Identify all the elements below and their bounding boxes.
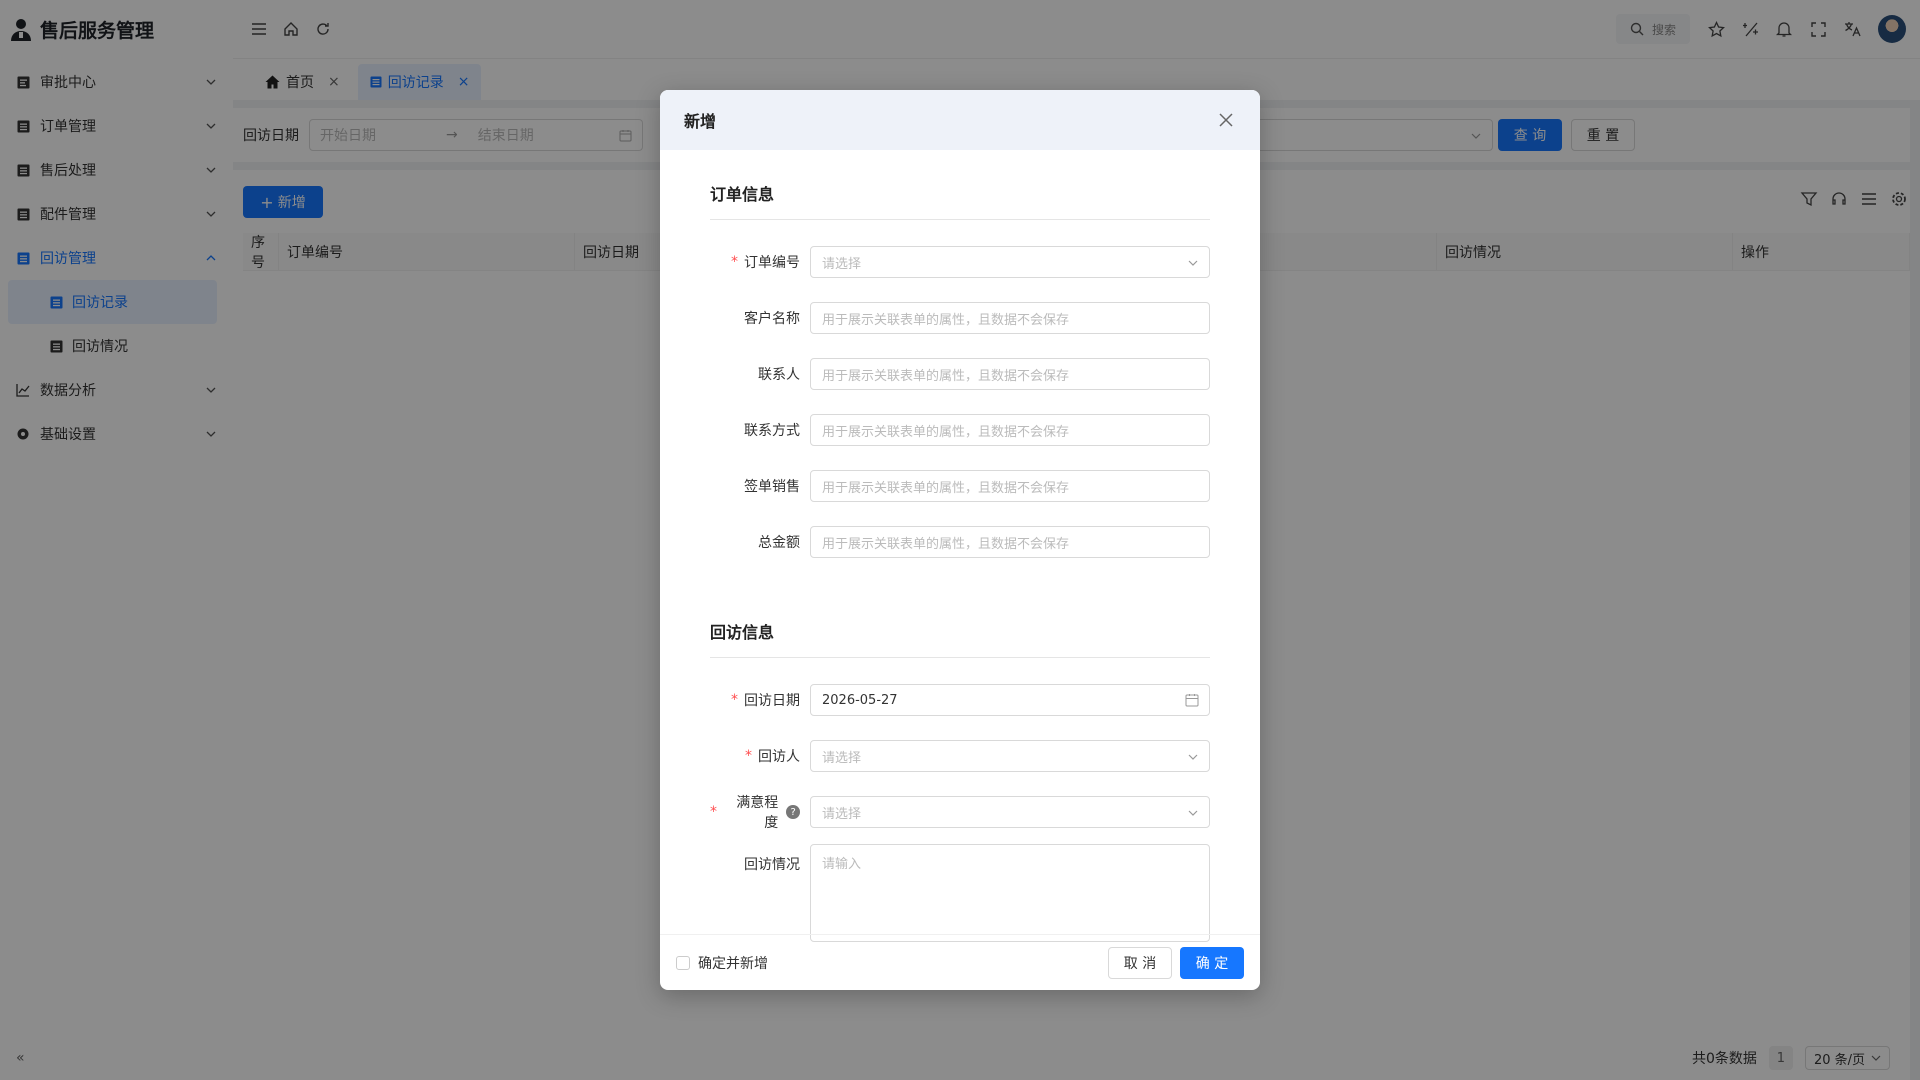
calendar-icon [1185, 694, 1199, 707]
visit-date-picker[interactable]: 2026-05-27 [810, 684, 1210, 716]
customer-name-field[interactable]: 用于展示关联表单的属性，且数据不会保存 [810, 302, 1210, 334]
visit-notes-textarea[interactable]: 请输入 [810, 844, 1210, 942]
checkbox-label: 确定并新增 [698, 955, 768, 972]
form-label: * 订单编号 [731, 254, 800, 271]
chevron-down-icon [1188, 810, 1198, 816]
modal-header: 新增 [660, 90, 1260, 150]
form-label: * 回访日期 [731, 692, 800, 709]
form-label: 回访情况 [744, 857, 800, 873]
select-placeholder: 请选择 [822, 806, 862, 822]
input-placeholder: 用于展示关联表单的属性，且数据不会保存 [822, 424, 1070, 440]
close-icon[interactable] [1216, 110, 1236, 130]
input-placeholder: 用于展示关联表单的属性，且数据不会保存 [822, 312, 1070, 328]
modal-footer: 确定并新增 取 消 确 定 [660, 934, 1260, 990]
section-title-order: 订单信息 [710, 150, 1210, 220]
input-placeholder: 用于展示关联表单的属性，且数据不会保存 [822, 480, 1070, 496]
form-label: * 回访人 [745, 748, 800, 765]
contact-method-field[interactable]: 用于展示关联表单的属性，且数据不会保存 [810, 414, 1210, 446]
form-row-satisfaction: * 满意程度? 请选择 [710, 784, 1210, 840]
required-mark: * [731, 254, 738, 270]
input-placeholder: 用于展示关联表单的属性，且数据不会保存 [822, 536, 1070, 552]
satisfaction-select[interactable]: 请选择 [810, 796, 1210, 828]
chevron-down-icon [1188, 754, 1198, 760]
form-label: 联系人 [758, 367, 800, 383]
contact-field[interactable]: 用于展示关联表单的属性，且数据不会保存 [810, 358, 1210, 390]
confirm-button[interactable]: 确 定 [1180, 946, 1244, 979]
select-placeholder: 请选择 [822, 750, 862, 766]
form-row-sales: 签单销售 用于展示关联表单的属性，且数据不会保存 [710, 458, 1210, 514]
checkbox-box[interactable] [676, 955, 690, 970]
modal-title: 新增 [684, 112, 717, 131]
form-row-order-no: * 订单编号 请选择 [710, 234, 1210, 290]
order-no-select[interactable]: 请选择 [810, 246, 1210, 278]
section-title-visit: 回访信息 [710, 588, 1210, 658]
confirm-and-add-checkbox[interactable]: 确定并新增 [676, 953, 768, 973]
date-value: 2026-05-27 [822, 692, 898, 708]
input-placeholder: 用于展示关联表单的属性，且数据不会保存 [822, 368, 1070, 384]
required-mark: * [745, 748, 752, 764]
form-row-visit-date: * 回访日期 2026-05-27 [710, 672, 1210, 728]
form-row-contact: 联系人 用于展示关联表单的属性，且数据不会保存 [710, 346, 1210, 402]
required-mark: * [710, 804, 717, 820]
footer-buttons: 取 消 确 定 [1108, 946, 1244, 979]
cancel-button[interactable]: 取 消 [1108, 946, 1172, 979]
form-label: 客户名称 [744, 311, 800, 327]
form-row-amount: 总金额 用于展示关联表单的属性，且数据不会保存 [710, 514, 1210, 570]
form-row-visitor: * 回访人 请选择 [710, 728, 1210, 784]
form-label: 签单销售 [744, 479, 800, 495]
form-label: 联系方式 [744, 423, 800, 439]
form-row-phone: 联系方式 用于展示关联表单的属性，且数据不会保存 [710, 402, 1210, 458]
sales-field[interactable]: 用于展示关联表单的属性，且数据不会保存 [810, 470, 1210, 502]
form-row-customer: 客户名称 用于展示关联表单的属性，且数据不会保存 [710, 290, 1210, 346]
select-placeholder: 请选择 [822, 256, 862, 272]
visitor-select[interactable]: 请选择 [810, 740, 1210, 772]
modal-body: 订单信息 * 订单编号 请选择 客户名称 用于展示关联表单的属性，且数据不会保存 … [660, 150, 1260, 942]
form-label: * 满意程度? [710, 792, 810, 832]
form-label: 总金额 [758, 535, 800, 551]
chevron-down-icon [1188, 260, 1198, 266]
total-amount-field[interactable]: 用于展示关联表单的属性，且数据不会保存 [810, 526, 1210, 558]
add-dialog: 新增 订单信息 * 订单编号 请选择 客户名称 用于展示关联表单的属性，且数据不会… [660, 90, 1260, 990]
required-mark: * [731, 692, 738, 708]
textarea-placeholder: 请输入 [822, 857, 862, 872]
help-icon[interactable]: ? [786, 805, 800, 819]
